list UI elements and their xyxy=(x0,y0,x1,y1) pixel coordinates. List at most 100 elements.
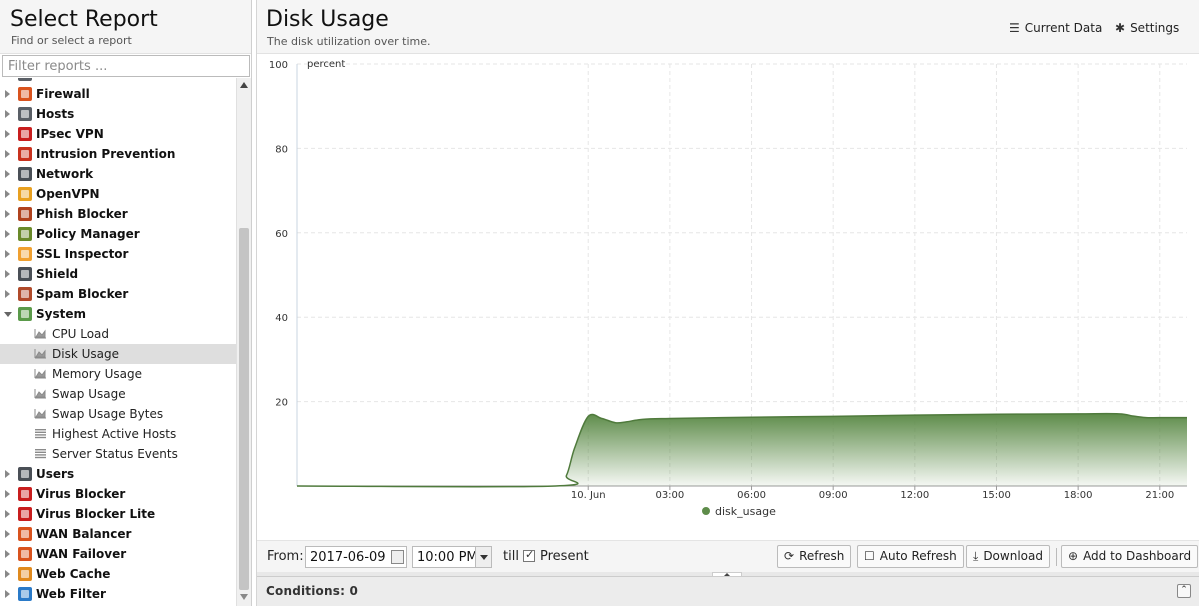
tree-report-cpu-load[interactable]: CPU Load xyxy=(0,324,236,344)
area-chart-icon xyxy=(34,349,46,359)
tree-app-phish-blocker[interactable]: Phish Blocker xyxy=(0,204,236,224)
tree-app-shield[interactable]: Shield xyxy=(0,264,236,284)
download-button[interactable]: ⤓ Download xyxy=(966,545,1050,568)
x-tick-label: 18:00 xyxy=(1064,490,1093,501)
collapsed-arrow-icon[interactable] xyxy=(5,190,10,198)
expanded-arrow-icon[interactable] xyxy=(4,312,12,317)
tree-app-ssl-inspector[interactable]: SSL Inspector xyxy=(0,244,236,264)
tree-report-swap-usage-bytes[interactable]: Swap Usage Bytes xyxy=(0,404,236,424)
tree-report-swap-usage[interactable]: Swap Usage xyxy=(0,384,236,404)
scroll-down-icon[interactable] xyxy=(240,594,248,600)
legend-label[interactable]: disk_usage xyxy=(715,505,776,518)
tree-app-hosts[interactable]: Hosts xyxy=(0,104,236,124)
report-title: Disk Usage xyxy=(266,7,389,32)
collapsed-arrow-icon[interactable] xyxy=(5,170,10,178)
report-header: Disk Usage The disk utilization over tim… xyxy=(257,0,1199,54)
ssl-inspector-app-icon xyxy=(18,247,32,261)
list-icon: ☰ xyxy=(1009,21,1020,35)
collapsed-arrow-icon[interactable] xyxy=(5,110,10,118)
x-tick-label: 12:00 xyxy=(900,490,929,501)
tree-report-label: Swap Usage xyxy=(52,387,126,401)
till-label: till xyxy=(503,549,519,564)
collapsed-arrow-icon[interactable] xyxy=(5,570,10,578)
from-time-field[interactable]: 10:00 PM xyxy=(412,546,492,568)
tree-app-wan-failover[interactable]: WAN Failover xyxy=(0,544,236,564)
wan-balancer-app-icon xyxy=(18,527,32,541)
panel-subtitle: Find or select a report xyxy=(11,34,132,47)
filter-reports-input[interactable] xyxy=(2,55,250,77)
tree-app-system[interactable]: System xyxy=(0,304,236,324)
collapsed-arrow-icon[interactable] xyxy=(5,250,10,258)
tree-app-openvpn[interactable]: OpenVPN xyxy=(0,184,236,204)
refresh-button[interactable]: ⟳ Refresh xyxy=(777,545,852,568)
settings-button[interactable]: ✱ Settings xyxy=(1115,19,1179,37)
y-tick-label: 20 xyxy=(275,398,288,409)
gear-icon: ✱ xyxy=(1115,21,1126,35)
disk-usage-chart: 20 40 60 80 100 10. Jun 03:00 06:00 09:00 12:00 15… xyxy=(269,59,1187,518)
report-tree: Firewall Hosts IPsec VPN Intrusion Preventi… xyxy=(0,78,236,606)
expand-conditions-icon[interactable]: ⌃ xyxy=(1177,584,1191,598)
tree-report-highest-active-hosts[interactable]: Highest Active Hosts xyxy=(0,424,236,444)
x-tick-label: 10. Jun xyxy=(571,490,606,501)
collapsed-arrow-icon[interactable] xyxy=(5,510,10,518)
tree-app-wan-balancer[interactable]: WAN Balancer xyxy=(0,524,236,544)
virus-blocker-app-icon xyxy=(18,487,32,501)
y-tick-label: 60 xyxy=(275,229,288,240)
report-selector-header: Select Report Find or select a report xyxy=(0,0,251,54)
report-subtitle: The disk utilization over time. xyxy=(267,35,431,48)
tree-app-web-filter[interactable]: Web Filter xyxy=(0,584,236,604)
collapsed-arrow-icon[interactable] xyxy=(5,230,10,238)
tree-app-policy-manager[interactable]: Policy Manager xyxy=(0,224,236,244)
auto-refresh-button[interactable]: ☐ Auto Refresh xyxy=(857,545,964,568)
tree-app-intrusion-prevention[interactable]: Intrusion Prevention xyxy=(0,144,236,164)
tree-app-label: Virus Blocker Lite xyxy=(36,507,156,521)
collapsed-arrow-icon[interactable] xyxy=(5,270,10,278)
collapsed-arrow-icon[interactable] xyxy=(5,490,10,498)
tree-app-label: WAN Failover xyxy=(36,547,127,561)
tree-app-network[interactable]: Network xyxy=(0,164,236,184)
scroll-up-icon[interactable] xyxy=(240,82,248,88)
add-to-dashboard-button[interactable]: ⊕ Add to Dashboard xyxy=(1061,545,1199,568)
tree-app-spam-blocker[interactable]: Spam Blocker xyxy=(0,284,236,304)
ipsec-vpn-app-icon xyxy=(18,127,32,141)
collapsed-arrow-icon[interactable] xyxy=(5,470,10,478)
current-data-button[interactable]: ☰ Current Data xyxy=(1009,19,1102,37)
collapsed-arrow-icon[interactable] xyxy=(5,130,10,138)
x-tick-label: 06:00 xyxy=(737,490,766,501)
chevron-down-icon[interactable] xyxy=(475,547,491,567)
collapsed-arrow-icon[interactable] xyxy=(5,90,10,98)
tree-app-label: Users xyxy=(36,467,75,481)
collapsed-arrow-icon[interactable] xyxy=(5,530,10,538)
tree-report-memory-usage[interactable]: Memory Usage xyxy=(0,364,236,384)
tree-app-label: Phish Blocker xyxy=(36,207,128,221)
collapsed-arrow-icon[interactable] xyxy=(5,290,10,298)
from-date-field[interactable]: 2017-06-09 xyxy=(305,546,407,568)
report-toolbar: From: 2017-06-09 10:00 PM till Present ⟳… xyxy=(257,540,1199,572)
collapsed-arrow-icon[interactable] xyxy=(5,550,10,558)
tree-app-virus-blocker-lite[interactable]: Virus Blocker Lite xyxy=(0,504,236,524)
tree-report-label: Server Status Events xyxy=(52,447,178,461)
refresh-label: Refresh xyxy=(799,549,845,563)
collapsed-arrow-icon[interactable] xyxy=(5,210,10,218)
network-app-icon xyxy=(18,167,32,181)
area-chart-icon xyxy=(34,329,46,339)
tree-app-users[interactable]: Users xyxy=(0,464,236,484)
tree-app-web-cache[interactable]: Web Cache xyxy=(0,564,236,584)
present-label[interactable]: Present xyxy=(540,549,589,564)
present-checkbox[interactable] xyxy=(523,548,535,562)
series-area-disk_usage[interactable] xyxy=(297,413,1187,487)
tree-report-disk-usage[interactable]: Disk Usage xyxy=(0,344,236,364)
calendar-icon[interactable] xyxy=(391,550,404,564)
scrollbar-thumb[interactable] xyxy=(239,228,249,590)
tree-app-label: Virus Blocker xyxy=(36,487,126,501)
tree-app-label: Shield xyxy=(36,267,79,281)
collapsed-arrow-icon[interactable] xyxy=(5,150,10,158)
tree-report-server-status-events[interactable]: Server Status Events xyxy=(0,444,236,464)
tree-app-firewall[interactable]: Firewall xyxy=(0,84,236,104)
tree-scrollbar[interactable] xyxy=(236,78,251,606)
tree-report-label: Disk Usage xyxy=(52,347,119,361)
collapsed-arrow-icon[interactable] xyxy=(5,590,10,598)
tree-app-virus-blocker[interactable]: Virus Blocker xyxy=(0,484,236,504)
legend-marker[interactable] xyxy=(702,507,710,515)
tree-app-ipsec-vpn[interactable]: IPsec VPN xyxy=(0,124,236,144)
